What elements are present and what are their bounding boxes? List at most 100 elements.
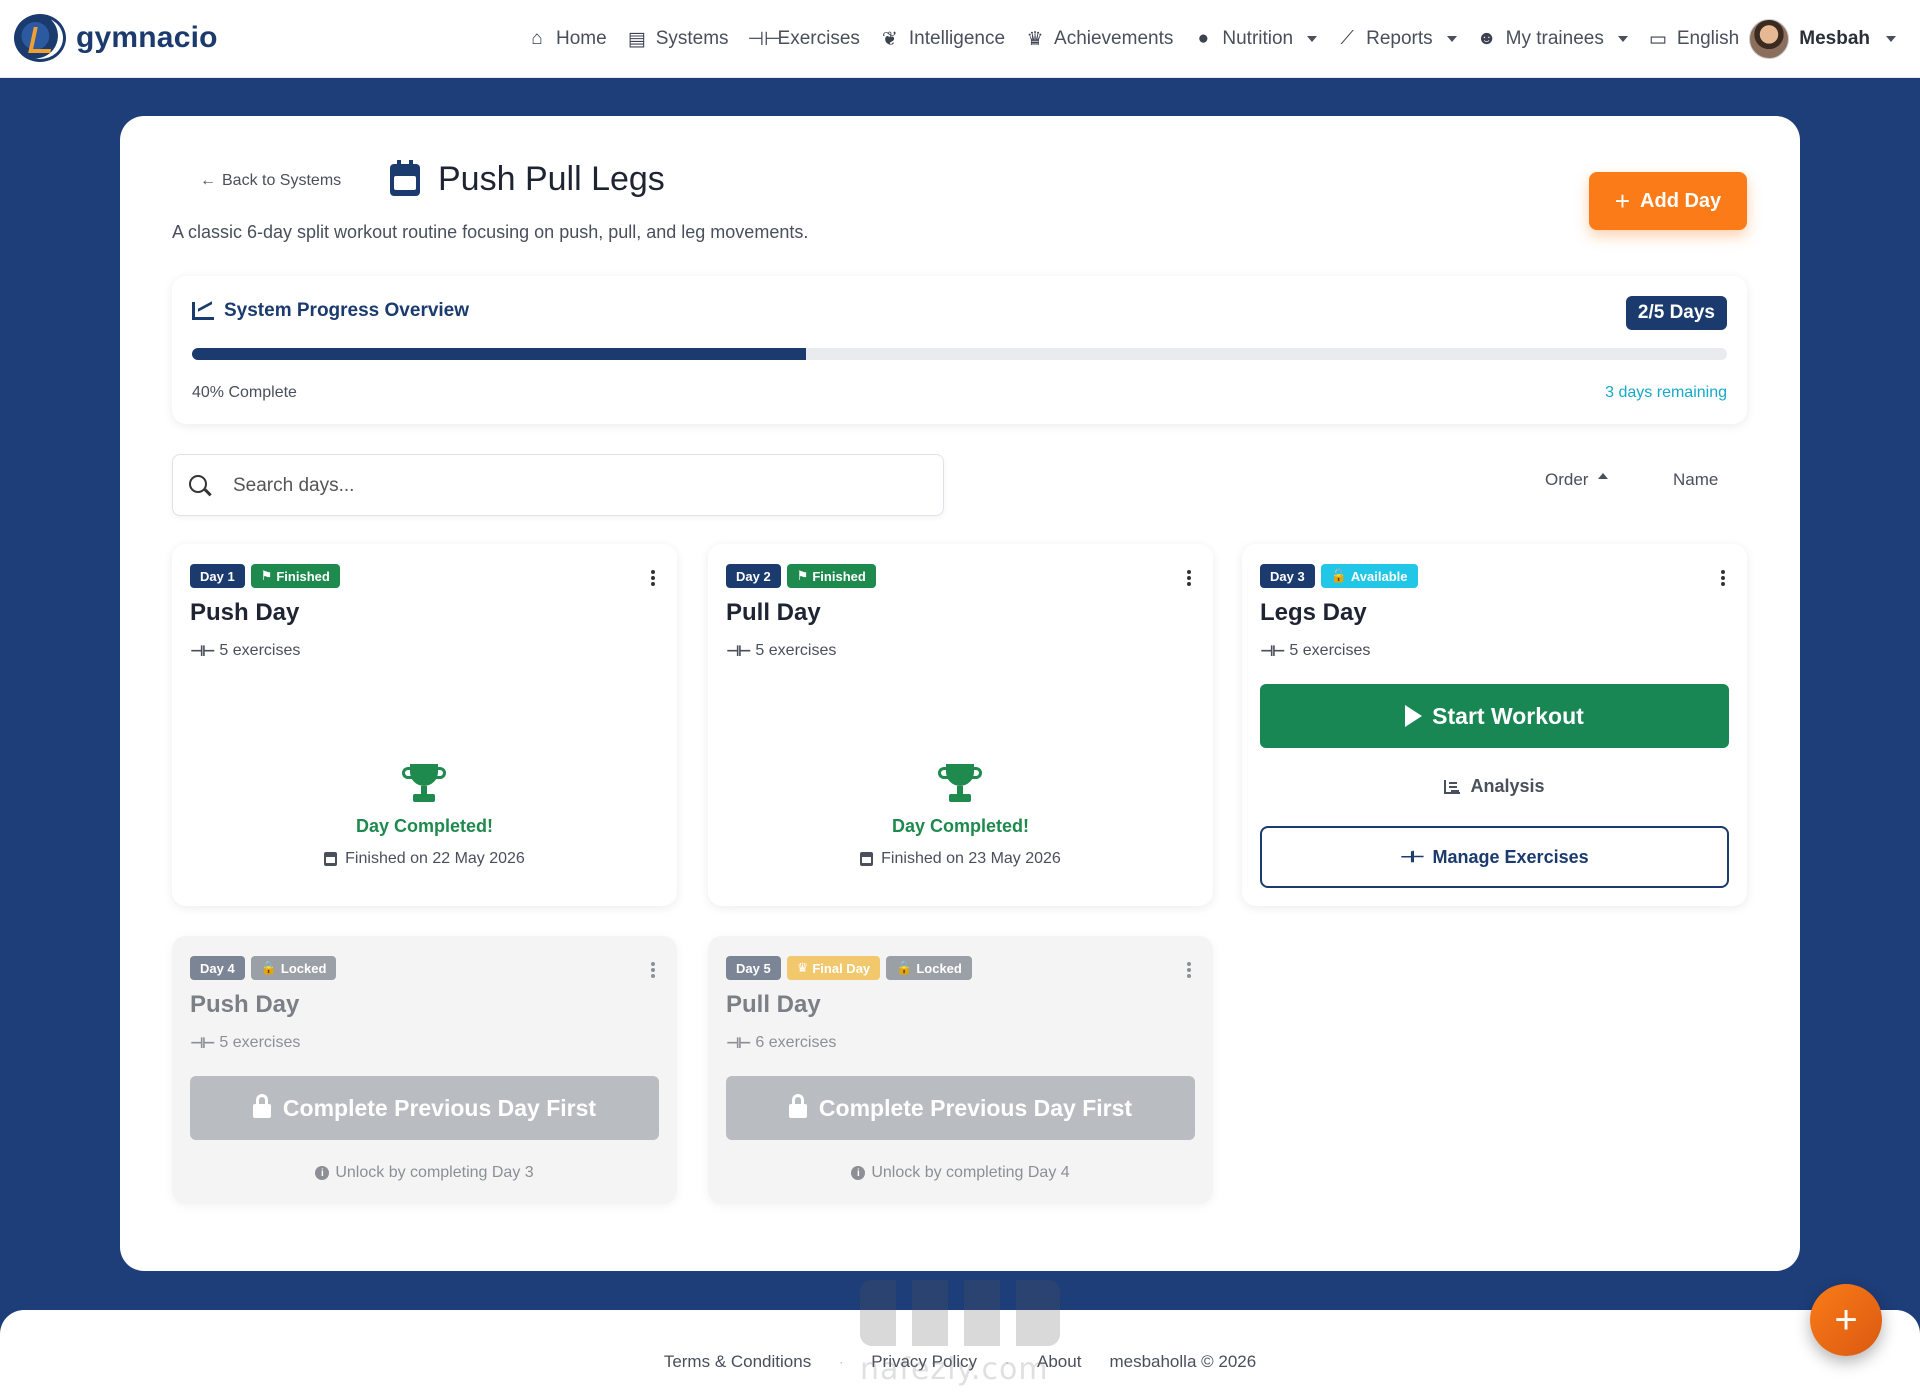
day-number-badge: Day 5 [726,956,781,980]
status-badge-label: Locked [916,960,962,976]
progress-header: System Progress Overview [192,300,469,322]
brain-icon: ❦ [881,28,898,50]
sort-by-name[interactable]: Name [1673,470,1718,490]
clipboard-icon: ▤ [627,28,646,50]
day-card-4: Day 4 🔒 Locked Push Day ⊣⊢ 5 exercises C… [172,936,677,1204]
status-badge: 🔒 Locked [250,956,337,980]
add-day-label: Add Day [1640,189,1722,212]
more-options-icon[interactable] [1187,570,1191,586]
final-day-label: Final Day [812,960,871,976]
lock-icon: 🔒 [896,960,913,975]
nav-item-nutrition[interactable]: ● Nutrition [1192,28,1318,50]
day-completed-text: Day Completed! [891,816,1030,836]
user-menu[interactable]: Mesbah [1749,19,1896,59]
sort-by-order[interactable]: Order [1545,470,1609,490]
more-options-icon[interactable] [651,570,655,586]
nav-item-label: English [1676,28,1740,49]
trophy-icon: ♛ [1026,28,1044,50]
day-number-badge: Day 1 [190,564,245,588]
crown-icon: ♛ [796,960,809,975]
trophy-icon [402,764,446,804]
status-badge-label: Finished [276,568,330,584]
days-remaining-label: 3 days remaining [1605,384,1727,401]
exercise-count-label: 5 exercises [755,642,837,659]
status-badge: 🔒 Locked [886,956,972,980]
day-name: Pull Day [726,599,821,626]
more-options-icon[interactable] [1187,962,1191,978]
nav-item-home[interactable]: ⌂ Home [526,28,607,50]
more-options-icon[interactable] [1721,570,1725,586]
search-input[interactable] [233,467,923,505]
exercise-count: ⊣⊢ 5 exercises [190,1034,300,1052]
nav-item-exercises[interactable]: ⊣⊢ Exercises [748,28,860,51]
progress-title: System Progress Overview [224,300,470,321]
progress-complete-label: 40% Complete [192,384,297,401]
add-day-button[interactable]: + Add Day [1589,172,1747,230]
nav-item-my-trainees[interactable]: ☻ My trainees [1476,28,1628,50]
search-icon [189,475,207,493]
day-number-badge: Day 4 [190,956,245,980]
exercise-count-label: 5 exercises [219,642,301,659]
main-nav: ⌂ Home ▤ Systems ⊣⊢ Exercises ❦ Intellig… [526,0,1782,78]
avatar [1749,19,1790,59]
chevron-down-icon [1886,36,1896,42]
analysis-label: Analysis [1470,776,1545,796]
day-badges: Day 5 ♛ Final Day 🔒 Locked [726,956,972,980]
analysis-link[interactable]: Analysis [1242,776,1747,797]
start-workout-label: Start Workout [1432,702,1584,729]
day-card-1: Day 1 ⚑ Finished Push Day ⊣⊢ 5 exercises… [172,544,677,906]
status-badge: ⚑ Finished [250,564,340,588]
nav-item-systems[interactable]: ▤ Systems [626,28,729,51]
back-to-systems-link[interactable]: ← Back to Systems [200,172,341,190]
back-link-label: Back to Systems [222,172,342,189]
day-name: Push Day [190,599,300,626]
final-day-badge: ♛ Final Day [786,956,881,980]
nav-item-language[interactable]: ▭ English [1647,28,1764,51]
nav-item-label: Systems [655,28,729,49]
brand[interactable]: gymnacio [14,14,218,62]
calendar-check-icon [324,852,338,866]
nav-item-achievements[interactable]: ♛ Achievements [1024,28,1174,51]
nav-item-label: Nutrition [1222,28,1294,49]
flag-icon: ⚑ [260,568,273,583]
day-number-badge: Day 2 [726,564,781,588]
nav-item-label: Home [556,28,607,49]
brand-name: gymnacio [76,21,218,54]
chevron-down-icon [1617,36,1628,42]
day-number-badge: Day 3 [1260,564,1315,588]
floating-add-button[interactable]: + [1810,1284,1882,1356]
footer-separator: · [1005,1355,1010,1369]
complete-previous-day-button: Complete Previous Day First [190,1076,659,1140]
dumbbell-icon: ⊣⊢ [726,1035,751,1052]
manage-exercises-button[interactable]: ⊣⊢ Manage Exercises [1260,826,1729,888]
exercise-count-label: 5 exercises [1289,642,1371,659]
home-icon: ⌂ [531,28,543,49]
about-link[interactable]: About [1037,1352,1081,1372]
finished-date-label: Finished on 23 May 2026 [881,850,1061,867]
day-badges: Day 2 ⚑ Finished [726,564,876,588]
users-icon: ☻ [1476,28,1497,49]
terms-link[interactable]: Terms & Conditions [664,1352,811,1372]
locked-button-label: Complete Previous Day First [282,1094,597,1121]
start-workout-button[interactable]: Start Workout [1260,684,1729,748]
copyright: mesbaholla © 2026 [1109,1352,1257,1371]
language-icon: ▭ [1648,28,1667,50]
sort-order-label: Order [1545,470,1589,489]
dumbbell-icon: ⊣⊢ [747,28,781,50]
day-card-3: Day 3 🔓 Available Legs Day ⊣⊢ 5 exercise… [1242,544,1747,906]
exercise-count-label: 5 exercises [219,1034,301,1051]
progress-bar-fill [192,348,806,360]
status-badge-label: Available [1350,568,1408,584]
manage-exercises-label: Manage Exercises [1432,846,1589,867]
arrow-left-icon: ← [200,172,216,189]
nav-item-label: Reports [1366,28,1433,49]
nav-item-reports[interactable]: ⟋ Reports [1336,28,1457,50]
privacy-link[interactable]: Privacy Policy [871,1352,977,1372]
more-options-icon[interactable] [651,962,655,978]
unlock-hint: i Unlock by completing Day 4 [708,1164,1213,1182]
page-subtitle: A classic 6-day split workout routine fo… [172,222,809,242]
day-badges: Day 4 🔒 Locked [190,956,337,980]
exercise-count-label: 6 exercises [755,1034,837,1051]
nav-item-intelligence[interactable]: ❦ Intelligence [879,28,1005,51]
caret-up-icon [1598,473,1609,479]
